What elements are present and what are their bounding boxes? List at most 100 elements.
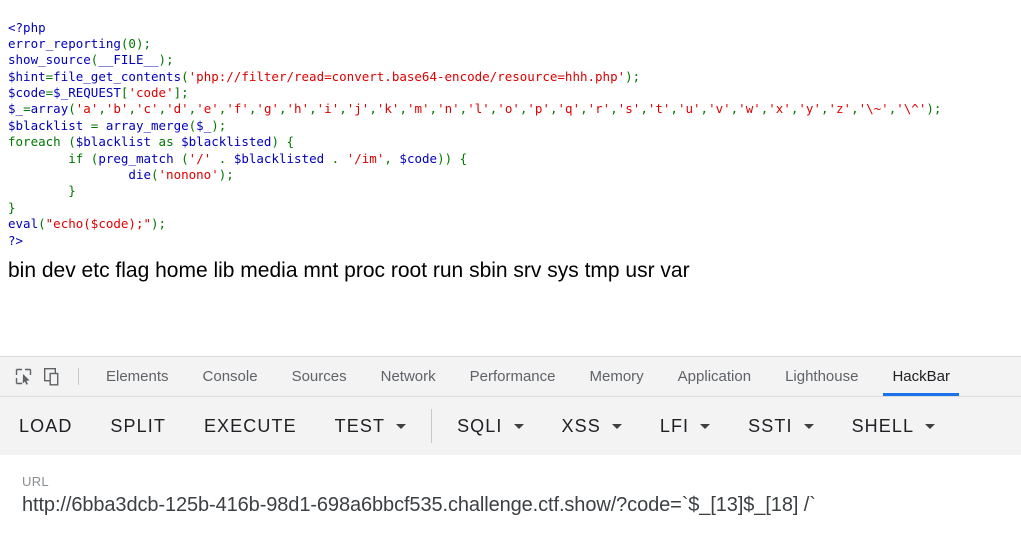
devtools-tab-label: Sources: [291, 368, 347, 385]
code-token: $_REQUEST: [53, 85, 121, 101]
code-token: 'p': [527, 101, 550, 117]
devtools-tab-lighthouse[interactable]: Lighthouse: [768, 357, 875, 396]
code-line: show_source(__FILE__);: [8, 52, 941, 68]
code-token: );: [135, 35, 152, 51]
inspect-element-icon[interactable]: [8, 357, 38, 396]
code-token: 'nonono': [158, 167, 219, 183]
hackbar-button-split[interactable]: SPLIT: [91, 397, 185, 455]
devtools-tab-sources[interactable]: Sources: [275, 357, 364, 396]
code-token: 'k': [376, 101, 400, 117]
hackbar-button-ssti[interactable]: SSTI: [729, 397, 832, 455]
code-token: 'l': [467, 101, 490, 117]
code-token: as: [151, 134, 182, 150]
code-token: 's': [617, 101, 641, 117]
chevron-down-icon[interactable]: [925, 423, 936, 429]
code-token: 'f': [226, 101, 249, 117]
code-token: (: [83, 150, 99, 166]
code-token: error_reporting: [8, 35, 121, 51]
code-token: ,: [339, 101, 347, 117]
devtools-tab-label: Memory: [589, 368, 644, 385]
code-token: (: [173, 150, 189, 166]
devtools-tabbar: Elements Console Sources Network Performance…: [0, 357, 1021, 397]
code-token: die: [128, 167, 151, 183]
hackbar-button-label: LOAD: [19, 415, 73, 436]
code-token: $hint: [8, 68, 46, 84]
hackbar-button-test[interactable]: TEST: [316, 397, 425, 455]
code-token: ,: [384, 150, 400, 166]
code-token: =: [23, 101, 31, 117]
devtools-tab-label: Lighthouse: [785, 368, 859, 385]
hackbar-button-sqli[interactable]: SQLI: [438, 397, 542, 455]
devtools-tab-label: Network: [380, 368, 436, 385]
code-token: 'a': [75, 101, 99, 117]
code-token: if: [68, 150, 84, 166]
devtools-tab-label: Console: [202, 368, 258, 385]
code-token: $blacklisted: [181, 134, 272, 150]
code-token: ,: [429, 101, 438, 117]
devtools-tab-label: Elements: [106, 368, 169, 385]
php-source-listing: <?php error_reporting(0); show_source(__FI…: [8, 20, 941, 249]
code-token: ,: [369, 101, 377, 117]
devtools-tab-network[interactable]: Network: [364, 357, 453, 396]
device-toolbar-icon[interactable]: [38, 357, 68, 396]
devtools-tab-memory[interactable]: Memory: [573, 357, 661, 396]
code-line: <?php: [8, 20, 941, 36]
hackbar-action-toolbar: LOAD SPLIT EXECUTE TEST SQLI XSS LFI SSTI SHELL: [0, 397, 1021, 455]
code-token: );: [218, 167, 234, 183]
hackbar-button-shell[interactable]: SHELL: [833, 397, 955, 455]
code-token: 'code': [128, 85, 174, 101]
devtools-tab-label: Performance: [469, 368, 556, 385]
code-line: if (preg_match ('/' . $blacklisted . '/i…: [8, 151, 941, 167]
code-token: 'b': [105, 101, 129, 117]
code-line: error_reporting(0);: [8, 36, 941, 52]
code-token: ,: [610, 101, 618, 117]
code-token: );: [926, 101, 942, 117]
chevron-down-icon[interactable]: [611, 423, 622, 429]
hackbar-button-label: TEST: [334, 415, 386, 436]
hackbar-url-field[interactable]: URL http://6bba3dcb-125b-416b-98d1-698a6…: [0, 456, 1021, 517]
toolbar-divider: [78, 368, 79, 385]
devtools-tab-performance[interactable]: Performance: [453, 357, 573, 396]
code-token: foreach: [8, 134, 61, 150]
chevron-down-icon[interactable]: [513, 423, 524, 429]
code-token: );: [211, 117, 227, 133]
code-token: 'j': [346, 101, 370, 117]
hackbar-button-execute[interactable]: EXECUTE: [185, 397, 316, 455]
chevron-down-icon[interactable]: [803, 423, 814, 429]
devtools-tab-application[interactable]: Application: [661, 357, 768, 396]
code-token: .: [211, 150, 234, 166]
code-token: show_source: [8, 52, 91, 68]
code-token: ,: [820, 101, 829, 117]
url-input[interactable]: http://6bba3dcb-125b-416b-98d1-698a6bbcf…: [22, 494, 1001, 517]
code-token: array_merge: [105, 117, 189, 133]
devtools-tab-label: Application: [677, 368, 752, 385]
hackbar-button-load[interactable]: LOAD: [0, 397, 91, 455]
hackbar-button-label: LFI: [659, 415, 690, 436]
code-token: ,: [549, 101, 558, 117]
code-token: 'e': [196, 101, 219, 117]
code-token: file_get_contents: [53, 68, 182, 84]
code-token: 'c': [135, 101, 159, 117]
chevron-down-icon[interactable]: [700, 423, 711, 429]
code-token: ,: [670, 101, 678, 117]
code-token: 'php://filter/read=convert.base64-encode…: [188, 68, 626, 84]
code-token: ,: [158, 101, 167, 117]
code-token: $code: [8, 85, 46, 101]
devtools-tab-hackbar[interactable]: HackBar: [875, 357, 967, 396]
hackbar-button-label: SSTI: [748, 415, 793, 436]
hackbar-button-lfi[interactable]: LFI: [641, 397, 729, 455]
code-token: 'v': [708, 101, 731, 117]
code-token: )) {: [437, 150, 468, 166]
hackbar-button-xss[interactable]: XSS: [543, 397, 641, 455]
devtools-panel: Elements Console Sources Network Performance…: [0, 356, 1021, 539]
devtools-tab-console[interactable]: Console: [186, 357, 275, 396]
code-token: ) {: [271, 134, 295, 150]
code-token: 'q': [557, 101, 581, 117]
code-line: die('nonono');: [8, 167, 941, 183]
code-token: 't': [647, 101, 671, 117]
hackbar-button-label: SHELL: [851, 415, 915, 436]
chevron-down-icon[interactable]: [396, 423, 407, 429]
devtools-tab-elements[interactable]: Elements: [89, 357, 186, 396]
